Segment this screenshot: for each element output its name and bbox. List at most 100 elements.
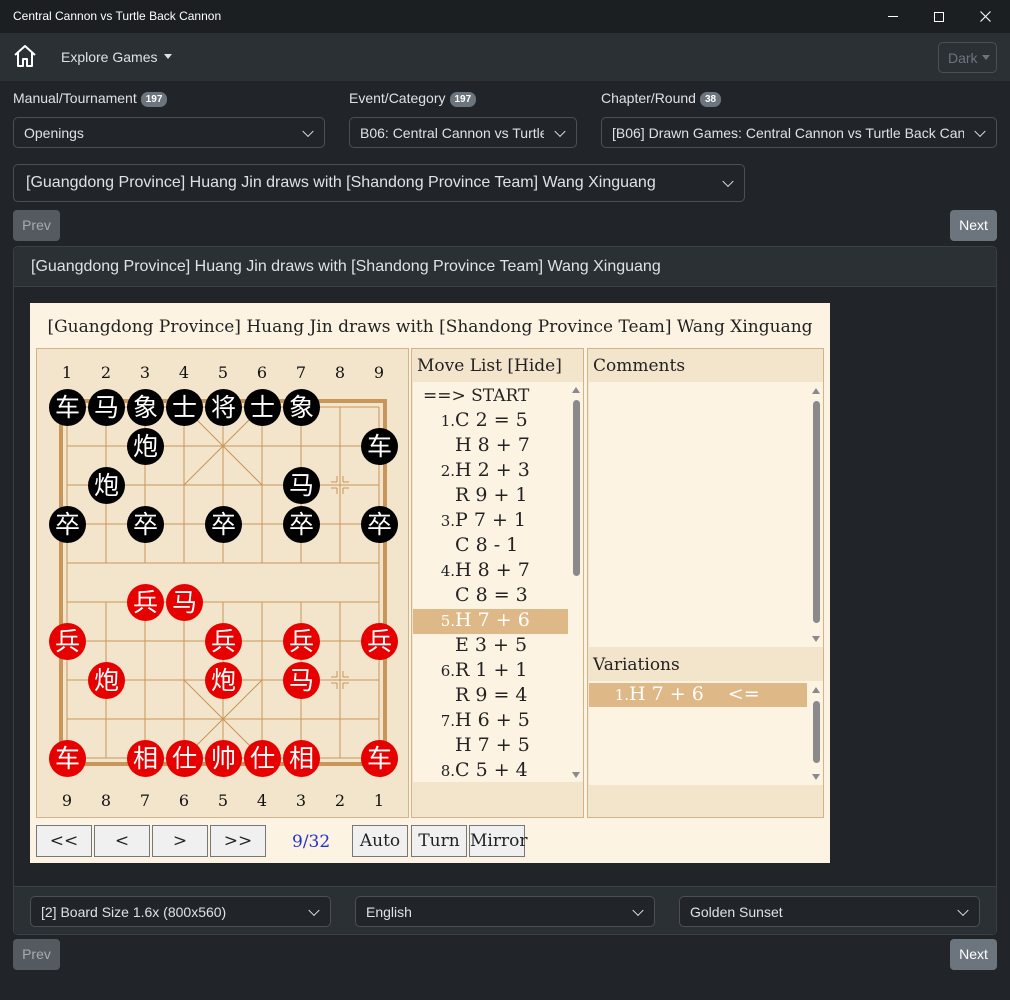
- black-piece[interactable]: 将: [205, 389, 242, 426]
- prev-move-button[interactable]: <: [94, 825, 150, 857]
- theme-toggle-button[interactable]: Dark: [938, 42, 997, 73]
- manual-label-text: Manual/Tournament: [13, 90, 137, 106]
- move-start[interactable]: ==> START: [413, 384, 568, 409]
- red-piece[interactable]: 仕: [166, 740, 203, 777]
- move-number: 6.: [440, 662, 455, 680]
- red-piece[interactable]: 相: [127, 740, 164, 777]
- maximize-icon: [934, 11, 944, 22]
- move-item[interactable]: C 8 - 1: [413, 534, 568, 559]
- red-piece[interactable]: 车: [361, 740, 398, 777]
- next-button-top[interactable]: Next: [950, 210, 997, 241]
- theme-toggle-label: Dark: [948, 50, 978, 66]
- move-item[interactable]: H 7 + 5: [413, 734, 568, 759]
- mirror-button[interactable]: Mirror: [469, 825, 527, 857]
- move-item[interactable]: 1.C 2 = 5: [413, 409, 568, 434]
- red-piece[interactable]: 马: [166, 584, 203, 621]
- red-piece[interactable]: 兵: [49, 623, 86, 660]
- red-piece[interactable]: 兵: [283, 623, 320, 660]
- navbar: Explore Games Dark: [0, 33, 1010, 81]
- black-piece[interactable]: 卒: [205, 506, 242, 543]
- black-piece[interactable]: 象: [127, 389, 164, 426]
- red-piece[interactable]: 帅: [205, 740, 242, 777]
- language-value: English: [366, 904, 412, 920]
- black-piece[interactable]: 卒: [127, 506, 164, 543]
- maximize-button[interactable]: [916, 0, 962, 33]
- red-piece[interactable]: 炮: [88, 662, 125, 699]
- prev-button-bottom[interactable]: Prev: [13, 939, 60, 970]
- next-button-bottom[interactable]: Next: [950, 939, 997, 970]
- red-piece[interactable]: 车: [49, 740, 86, 777]
- black-piece[interactable]: 卒: [49, 506, 86, 543]
- variations-scrollbar[interactable]: [809, 681, 823, 785]
- red-piece[interactable]: 炮: [205, 662, 242, 699]
- scroll-down-icon[interactable]: [572, 772, 580, 778]
- black-piece[interactable]: 车: [49, 389, 86, 426]
- red-piece[interactable]: 兵: [127, 584, 164, 621]
- black-piece[interactable]: 士: [166, 389, 203, 426]
- red-piece[interactable]: 兵: [361, 623, 398, 660]
- move-number: 7.: [440, 712, 455, 730]
- move-item[interactable]: 5.H 7 + 6: [413, 609, 568, 634]
- red-piece[interactable]: 兵: [205, 623, 242, 660]
- move-item[interactable]: 8.C 5 + 4: [413, 759, 568, 782]
- column-number: 5: [217, 791, 229, 810]
- scroll-up-icon[interactable]: [812, 687, 820, 693]
- language-select[interactable]: English: [355, 896, 655, 927]
- move-item[interactable]: 6.R 1 + 1: [413, 659, 568, 684]
- auto-button[interactable]: Auto: [352, 825, 408, 857]
- close-button[interactable]: [962, 0, 1008, 33]
- red-piece[interactable]: 仕: [244, 740, 281, 777]
- comments-scrollbar[interactable]: [809, 382, 823, 647]
- black-piece[interactable]: 炮: [127, 428, 164, 465]
- move-item[interactable]: 4.H 8 + 7: [413, 559, 568, 584]
- turn-button[interactable]: Turn: [411, 825, 467, 857]
- last-move-button[interactable]: >>: [210, 825, 266, 857]
- move-item[interactable]: R 9 = 4: [413, 684, 568, 709]
- scroll-thumb[interactable]: [573, 400, 580, 576]
- event-select[interactable]: B06: Central Cannon vs Turtle Back Canno…: [349, 117, 577, 148]
- manual-select[interactable]: Openings: [13, 117, 325, 148]
- black-piece[interactable]: 马: [283, 467, 320, 504]
- move-item[interactable]: 3.P 7 + 1: [413, 509, 568, 534]
- black-piece[interactable]: 车: [361, 428, 398, 465]
- chapter-select[interactable]: [B06] Drawn Games: Central Cannon vs Tur…: [601, 117, 997, 148]
- game-select[interactable]: [Guangdong Province] Huang Jin draws wit…: [13, 164, 745, 202]
- move-text: C 8 = 3: [455, 584, 528, 606]
- board-area: 123456789 987654321 车马象士将士象炮车炮马卒卒卒卒卒兵马兵兵…: [36, 348, 409, 818]
- black-piece[interactable]: 卒: [283, 506, 320, 543]
- black-piece[interactable]: 士: [244, 389, 281, 426]
- move-text: C 2 = 5: [455, 409, 528, 431]
- prev-button-top[interactable]: Prev: [13, 210, 60, 241]
- home-icon[interactable]: [12, 43, 38, 69]
- move-item[interactable]: 7.H 6 + 5: [413, 709, 568, 734]
- move-item[interactable]: E 3 + 5: [413, 634, 568, 659]
- movelist-title[interactable]: Move List [Hide]: [412, 349, 567, 381]
- red-piece[interactable]: 相: [283, 740, 320, 777]
- board-size-select[interactable]: [2] Board Size 1.6x (800x560): [30, 896, 331, 927]
- first-move-button[interactable]: <<: [36, 825, 92, 857]
- scroll-up-icon[interactable]: [812, 388, 820, 394]
- move-item[interactable]: C 8 = 3: [413, 584, 568, 609]
- scroll-thumb[interactable]: [813, 701, 820, 763]
- next-move-button[interactable]: >: [152, 825, 208, 857]
- minimize-button[interactable]: [870, 0, 916, 33]
- explore-games-menu[interactable]: Explore Games: [61, 49, 173, 65]
- comments-box[interactable]: [589, 382, 823, 647]
- scroll-up-icon[interactable]: [572, 387, 580, 393]
- theme-select[interactable]: Golden Sunset: [679, 896, 980, 927]
- move-item[interactable]: 2.H 2 + 3: [413, 459, 568, 484]
- scroll-down-icon[interactable]: [812, 636, 820, 642]
- scroll-thumb[interactable]: [813, 401, 820, 623]
- variation-item[interactable]: 1.H 7 + 6 <=: [589, 683, 807, 707]
- black-piece[interactable]: 象: [283, 389, 320, 426]
- movelist-scrollbar[interactable]: [569, 382, 583, 782]
- scroll-down-icon[interactable]: [812, 774, 820, 780]
- black-piece[interactable]: 炮: [88, 467, 125, 504]
- black-piece[interactable]: 卒: [361, 506, 398, 543]
- black-piece[interactable]: 马: [88, 389, 125, 426]
- red-piece[interactable]: 马: [283, 662, 320, 699]
- movelist: ==> START 1.C 2 = 5H 8 + 7 2.H 2 + 3R 9 + …: [413, 382, 583, 782]
- move-item[interactable]: H 8 + 7: [413, 434, 568, 459]
- move-item[interactable]: R 9 + 1: [413, 484, 568, 509]
- move-text: C 5 + 4: [455, 759, 528, 781]
